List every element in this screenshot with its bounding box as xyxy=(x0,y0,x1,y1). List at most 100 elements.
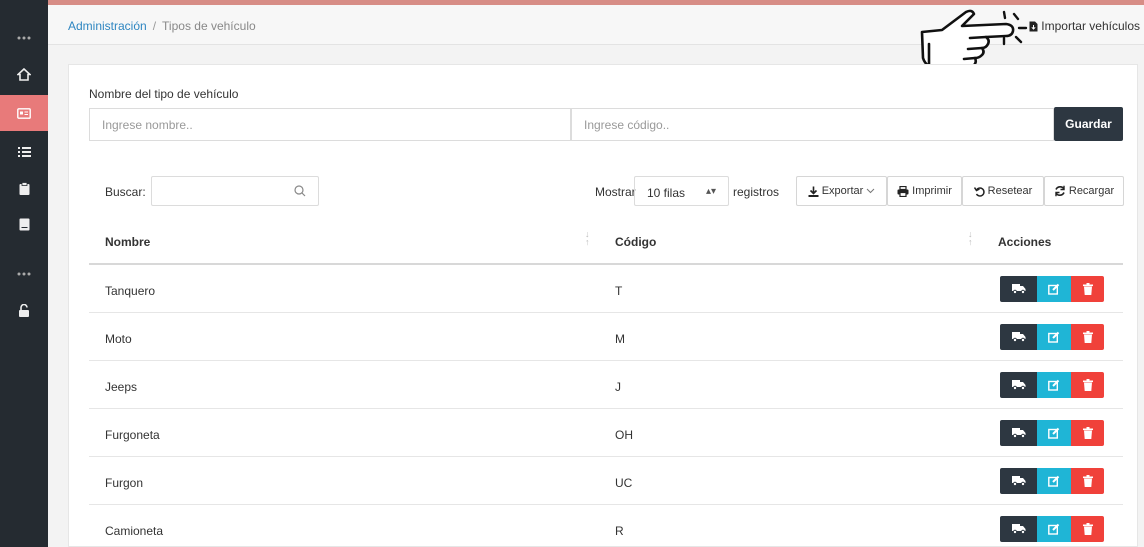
sort-icon[interactable]: ↓ ↑ xyxy=(968,230,973,247)
edit-icon xyxy=(1048,379,1060,391)
trash-icon xyxy=(1082,523,1093,535)
unlock-icon[interactable] xyxy=(0,292,48,328)
breadcrumb-link-admin[interactable]: Administración xyxy=(68,19,147,33)
delete-button[interactable] xyxy=(1071,516,1104,542)
breadcrumb-current: Tipos de vehículo xyxy=(162,19,256,33)
refresh-icon xyxy=(1055,185,1065,197)
edit-button[interactable] xyxy=(1037,420,1071,446)
trash-icon xyxy=(1082,379,1093,391)
save-button[interactable]: Guardar xyxy=(1054,107,1123,141)
trash-icon xyxy=(1082,331,1093,343)
table-row: Moto M xyxy=(89,313,1123,361)
export-button[interactable]: Exportar xyxy=(796,176,887,206)
vehicle-type-name-label: Nombre del tipo de vehículo xyxy=(89,87,239,101)
breadcrumb-separator: / xyxy=(152,19,157,33)
reset-button[interactable]: Resetear xyxy=(962,176,1044,206)
show-label: Mostrar xyxy=(595,185,636,199)
column-header-name[interactable]: Nombre xyxy=(105,235,150,249)
row-actions xyxy=(1000,516,1104,542)
vehicles-button[interactable] xyxy=(1000,468,1037,494)
sort-desc-icon[interactable]: ↓ ↑ xyxy=(585,230,590,247)
delete-button[interactable] xyxy=(1071,276,1104,302)
cell-name: Furgoneta xyxy=(105,428,160,442)
edit-icon xyxy=(1048,523,1060,535)
delete-button[interactable] xyxy=(1071,420,1104,446)
row-actions xyxy=(1000,372,1104,398)
reload-label: Recargar xyxy=(1068,185,1115,197)
chevron-down-icon xyxy=(866,188,875,194)
cell-name: Moto xyxy=(105,332,132,346)
export-label: Exportar xyxy=(821,185,864,197)
cell-code: R xyxy=(615,524,624,538)
list-icon[interactable] xyxy=(0,133,48,169)
truck-icon xyxy=(1011,380,1025,390)
row-actions xyxy=(1000,420,1104,446)
truck-icon xyxy=(1011,284,1025,294)
print-label: Imprimir xyxy=(912,185,952,197)
cell-code: J xyxy=(615,380,621,394)
edit-button[interactable] xyxy=(1037,324,1071,350)
table-body: Tanquero T Moto M Jeeps J Furgoneta OH F… xyxy=(89,265,1123,547)
vehicles-button[interactable] xyxy=(1000,276,1037,302)
column-header-actions: Acciones xyxy=(998,235,1052,249)
edit-icon xyxy=(1048,283,1060,295)
trash-icon xyxy=(1082,283,1093,295)
cell-code: T xyxy=(615,284,623,298)
table-row: Camioneta R xyxy=(89,505,1123,547)
table-row: Jeeps J xyxy=(89,361,1123,409)
records-label: registros xyxy=(733,185,780,199)
cell-name: Tanquero xyxy=(105,284,156,298)
vehicles-button[interactable] xyxy=(1000,372,1037,398)
delete-button[interactable] xyxy=(1071,468,1104,494)
reload-button[interactable]: Recargar xyxy=(1044,176,1124,206)
book-icon[interactable] xyxy=(0,206,48,242)
vehicle-types-card: Nombre del tipo de vehículo Guardar Busc… xyxy=(68,64,1138,547)
rows-per-page-select[interactable]: 10 filas ▴▾ xyxy=(634,176,729,206)
edit-button[interactable] xyxy=(1037,468,1071,494)
edit-button[interactable] xyxy=(1037,372,1071,398)
id-card-icon[interactable] xyxy=(0,95,48,131)
row-actions xyxy=(1000,324,1104,350)
breadcrumb: Administración / Tipos de vehículo xyxy=(68,19,256,33)
dots-more-icon[interactable] xyxy=(0,256,48,292)
cell-code: OH xyxy=(615,428,633,442)
truck-icon xyxy=(1011,332,1025,342)
search-icon xyxy=(294,185,306,197)
vehicles-button[interactable] xyxy=(1000,420,1037,446)
column-header-code[interactable]: Código xyxy=(615,235,656,249)
truck-icon xyxy=(1011,428,1025,438)
vehicle-code-input[interactable] xyxy=(571,108,1054,141)
search-input[interactable] xyxy=(151,176,319,206)
edit-button[interactable] xyxy=(1037,516,1071,542)
download-icon xyxy=(808,186,819,197)
edit-icon xyxy=(1048,475,1060,487)
edit-icon xyxy=(1048,331,1060,343)
vehicles-button[interactable] xyxy=(1000,516,1037,542)
clipboard-icon[interactable] xyxy=(0,170,48,206)
sidebar xyxy=(0,0,48,547)
delete-button[interactable] xyxy=(1071,324,1104,350)
cell-code: M xyxy=(615,332,625,346)
cell-name: Furgon xyxy=(105,476,144,490)
cell-code: UC xyxy=(615,476,633,490)
row-actions xyxy=(1000,468,1104,494)
vehicles-button[interactable] xyxy=(1000,324,1037,350)
undo-icon xyxy=(973,186,985,197)
dots-menu-icon[interactable] xyxy=(0,20,48,56)
truck-icon xyxy=(1011,476,1025,486)
trash-icon xyxy=(1082,475,1093,487)
print-button[interactable]: Imprimir xyxy=(887,176,962,206)
cell-name: Jeeps xyxy=(105,380,138,394)
table-row: Furgon UC xyxy=(89,457,1123,505)
import-vehicles-button[interactable]: Importar vehículos xyxy=(1029,19,1140,33)
delete-button[interactable] xyxy=(1071,372,1104,398)
vehicle-name-input[interactable] xyxy=(89,108,571,141)
edit-icon xyxy=(1048,427,1060,439)
edit-button[interactable] xyxy=(1037,276,1071,302)
trash-icon xyxy=(1082,427,1093,439)
reset-label: Resetear xyxy=(987,185,1033,197)
row-actions xyxy=(1000,276,1104,302)
home-icon[interactable] xyxy=(0,56,48,92)
truck-icon xyxy=(1011,524,1025,534)
import-vehicles-label: Importar vehículos xyxy=(1041,19,1140,33)
